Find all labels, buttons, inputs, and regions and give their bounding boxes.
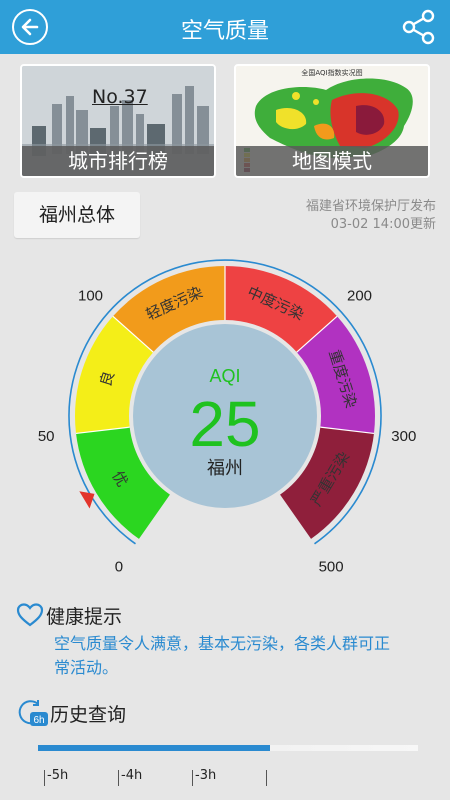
history-icon-badge: 6h (33, 715, 44, 726)
hour-tick (192, 770, 193, 786)
gauge-tick-500: 500 (319, 558, 344, 575)
aqi-pointer-icon (79, 491, 95, 509)
clock-6h-icon: 6h (18, 700, 48, 726)
aqi-city: 福州 (207, 458, 243, 479)
update-time: 03-02 14:00更新 (330, 217, 436, 232)
gauge-tick-50: 50 (38, 428, 55, 445)
gauge-tick-300: 300 (391, 428, 416, 445)
aqi-gauge: 优良轻度污染中度污染重度污染严重污染 050100150200300500 AQ… (38, 259, 416, 575)
gauge-tick-100: 100 (78, 287, 103, 304)
map-mode-label: 地图模式 (236, 146, 428, 176)
aqi-label: AQI (209, 366, 240, 386)
data-source: 福建省环境保护厅发布 03-02 14:00更新 (306, 198, 436, 234)
hour-label-3h[interactable]: -3h (195, 768, 216, 783)
heart-icon (16, 603, 44, 627)
health-tip-text: 空气质量令人满意，基本无污染，各类人群可正常活动。 (54, 634, 391, 677)
hour-tick (44, 770, 45, 786)
top-bar: 空气质量 (0, 0, 450, 54)
health-tip-title: 健康提示 (46, 606, 123, 628)
publisher-text: 福建省环境保护厅发布 (305, 199, 436, 214)
aqi-value: 25 (189, 388, 260, 460)
map-mode-card[interactable]: 全国AQI指数实况图 地图模式 (234, 64, 430, 178)
hour-tick (118, 770, 119, 786)
city-ranking-card[interactable]: No.37 城市排行榜 (20, 64, 216, 178)
map-title: 全国AQI指数实况图 (301, 69, 363, 77)
page-title: 空气质量 (180, 19, 269, 44)
history-query-title[interactable]: 历史查询 (50, 700, 126, 727)
hour-label-4h[interactable]: -4h (121, 768, 142, 783)
city-ranking-label: 城市排行榜 (22, 146, 214, 176)
share-button[interactable] (400, 8, 438, 46)
hour-label-5h[interactable]: -5h (47, 768, 68, 783)
history-timeline-progress (38, 745, 270, 751)
gauge-tick-0: 0 (115, 558, 123, 575)
hour-tick (266, 770, 267, 786)
region-selector-button[interactable]: 福州总体 (14, 192, 140, 238)
share-icon (402, 9, 435, 45)
gauge-tick-200: 200 (347, 287, 372, 304)
ranking-badge: No.37 (92, 86, 148, 108)
